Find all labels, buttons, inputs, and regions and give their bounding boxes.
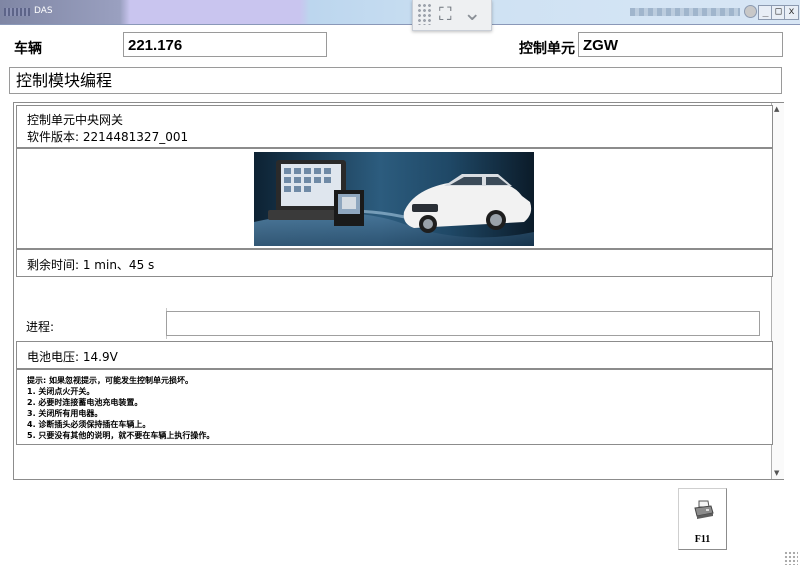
note-line: 5. 只要没有其他的说明，就不要在车辆上执行操作。 xyxy=(27,431,215,440)
help-icon[interactable] xyxy=(744,5,757,18)
vehicle-field: 221.176 xyxy=(123,32,327,57)
battery-box: 电池电压: 14.9V xyxy=(16,341,773,369)
progress-bar xyxy=(166,311,760,336)
control-unit-label: 控制单元 xyxy=(519,40,575,56)
scroll-down-icon[interactable]: ▼ xyxy=(774,469,779,477)
print-button[interactable]: F11 xyxy=(678,488,727,550)
note-line: 1. 关闭点火开关。 xyxy=(27,387,95,396)
remaining-time-box: 剩余时间: 1 min、45 s xyxy=(16,249,773,277)
note-line: 4. 诊断插头必须保持插在车辆上。 xyxy=(27,420,151,429)
window-title: DAS xyxy=(34,6,53,16)
info-box: 控制单元中央网关 软件版本: 2214481327_001 xyxy=(16,105,773,148)
remaining-time: 剩余时间: 1 min、45 s xyxy=(27,258,155,272)
printer-icon xyxy=(694,500,714,519)
scroll-up-icon[interactable]: ▲ xyxy=(774,105,779,113)
page-title: 控制模块编程 xyxy=(9,67,782,94)
control-unit-name: 控制单元中央网关 xyxy=(27,113,124,127)
note-line: 3. 关闭所有用电器。 xyxy=(27,409,103,418)
notes-list: 提示: 如果忽视提示，可能发生控制单元损坏。 1. 关闭点火开关。 2. 必要时… xyxy=(27,375,214,441)
control-unit-field: ZGW xyxy=(578,32,783,57)
vehicle-diagnostic-image xyxy=(254,152,534,246)
battery-voltage: 电池电压: 14.9V xyxy=(27,350,118,364)
resize-grip-icon[interactable] xyxy=(784,551,798,565)
note-line: 2. 必要时连接蓄电池充电装置。 xyxy=(27,398,143,407)
overlay-toolbar: ⛶ ⌄ xyxy=(412,0,492,31)
software-version: 软件版本: 2214481327_001 xyxy=(27,130,189,144)
app-icon xyxy=(4,8,30,16)
note-line: 提示: 如果忽视提示，可能发生控制单元损坏。 xyxy=(27,376,193,385)
close-button[interactable]: x xyxy=(784,5,799,20)
expand-icon[interactable]: ⛶ xyxy=(439,4,452,25)
title-bar: DAS _ □ x xyxy=(0,0,800,25)
vehicle-label: 车辆 xyxy=(14,40,42,56)
grip-icon[interactable] xyxy=(417,3,433,25)
chevron-down-icon[interactable]: ⌄ xyxy=(463,1,481,26)
progress-label: 进程: xyxy=(26,320,55,334)
f11-label: F11 xyxy=(694,534,711,545)
title-info-blurred xyxy=(630,8,740,16)
